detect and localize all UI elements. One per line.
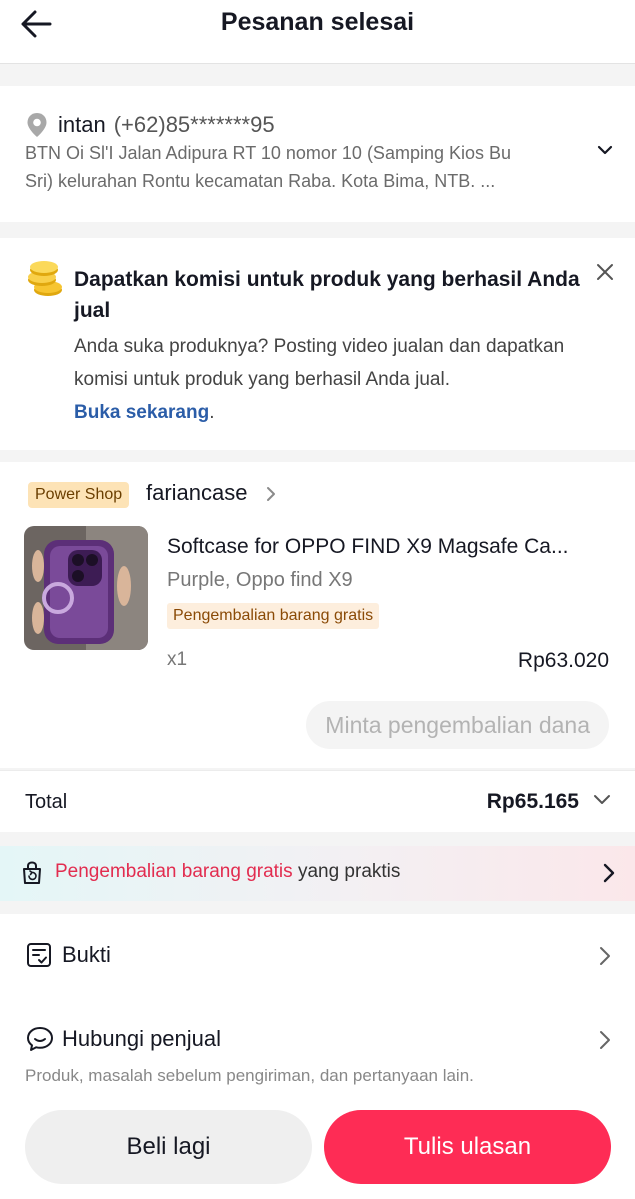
coins-icon [28,261,62,296]
product-image [24,526,148,650]
chat-bubble-icon [27,1027,53,1051]
shop-name[interactable]: fariancase [146,480,248,506]
request-refund-button[interactable]: Minta pengembalian dana [306,701,609,749]
shipping-address[interactable]: intan (+62)85*******95 BTN Oi Sl'I Jalan … [0,86,635,222]
chevron-right-icon[interactable] [266,486,276,502]
bottom-action-bar: Beli lagi Tulis ulasan [0,1098,635,1199]
promo-title: Dapatkan komisi untuk produk yang berhas… [74,268,580,322]
promo-link-suffix: . [209,402,215,423]
close-icon[interactable] [595,262,615,282]
proof-label: Bukti [62,942,111,967]
chevron-down-icon[interactable] [597,144,613,156]
free-return-text: Pengembalian barang gratis yang praktis [55,861,400,883]
product-thumbnail[interactable] [24,526,148,650]
total-value: Rp65.165 [486,790,579,813]
total-label: Total [25,791,68,813]
location-pin-icon [27,113,47,137]
recipient: intan (+62)85*******95 [58,112,275,138]
product-name[interactable]: Softcase for OPPO FIND X9 Magsafe Ca... [167,535,612,559]
product-quantity: x1 [167,649,188,670]
recipient-name: intan [58,112,106,137]
chevron-down-icon[interactable] [593,793,611,805]
power-shop-badge: Power Shop [28,482,130,508]
free-return-tag: Pengembalian barang gratis [167,603,380,629]
order-item-card: Power Shop fariancase Softcase for OPPO … [0,462,635,768]
free-return-highlight: Pengembalian barang gratis [55,861,293,882]
promo-link[interactable]: Buka sekarang [74,402,209,423]
free-return-rest: yang praktis [292,861,401,882]
chevron-right-icon[interactable] [603,863,615,883]
free-return-banner[interactable]: Pengembalian barang gratis yang praktis [0,846,635,901]
recipient-phone: (+62)85*******95 [113,112,275,137]
buy-again-button[interactable]: Beli lagi [25,1110,312,1184]
chevron-right-icon[interactable] [599,1030,611,1050]
chevron-right-icon[interactable] [599,946,611,966]
write-review-button[interactable]: Tulis ulasan [324,1110,611,1184]
promo-body: Anda suka produknya? Posting video juala… [74,330,604,429]
order-actions-list: Bukti Hubungi penjual Produk, masalah se… [0,914,635,1114]
page-title: Pesanan selesai [220,8,415,36]
promo-text: Anda suka produknya? Posting video juala… [74,336,565,390]
document-check-icon [27,943,51,967]
address-line-1: BTN Oi Sl'I Jalan Adipura RT 10 nomor 10… [25,143,512,163]
product-variant: Purple, Oppo find X9 [167,569,353,591]
product-price: Rp63.020 [517,649,609,672]
commission-banner: Dapatkan komisi untuk produk yang berhas… [0,238,635,450]
order-total[interactable]: Total Rp65.165 [0,770,635,832]
contact-seller-subtitle: Produk, masalah sebelum pengiriman, dan … [25,1066,474,1085]
address-line-2: Sri) kelurahan Rontu kecamatan Raba. Kot… [25,171,496,191]
return-bag-icon [23,861,41,884]
contact-seller-label: Hubungi penjual [62,1026,222,1051]
top-bar: Pesanan selesai [0,0,635,64]
